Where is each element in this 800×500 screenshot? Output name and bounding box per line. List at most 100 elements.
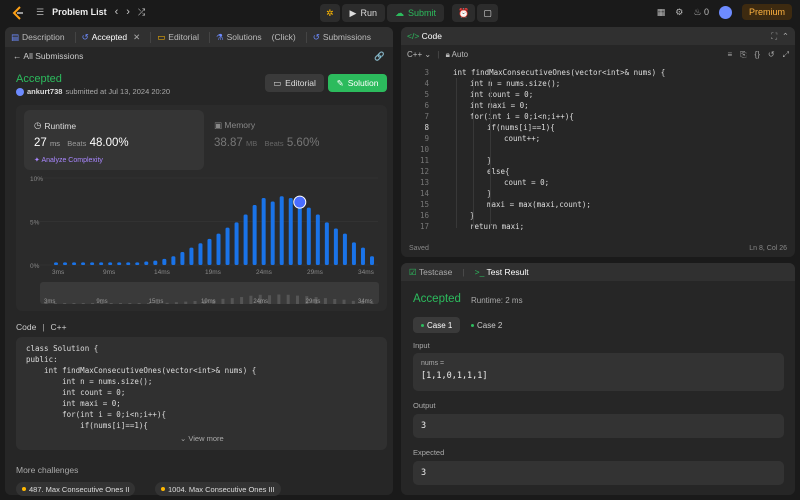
all-submissions-label: All Submissions xyxy=(23,51,84,61)
chart-bar xyxy=(324,222,329,265)
user-avatar[interactable] xyxy=(718,5,732,19)
output-value: 3 xyxy=(413,414,784,438)
overview-tick-label: 19ms xyxy=(201,299,216,305)
submit-label: Submit xyxy=(407,8,436,18)
code-line: int count = 0; xyxy=(470,90,534,99)
code-editor[interactable]: 3 int findMaxConsecutiveOnes(vector<int>&… xyxy=(401,65,795,235)
reset-icon[interactable]: ↺ xyxy=(768,50,775,60)
solution-button-label: Solution xyxy=(347,78,379,88)
chart-bar xyxy=(297,204,302,265)
challenge-chip[interactable]: 1004. Max Consecutive Ones III xyxy=(155,482,281,496)
submission-meta: ankurt738 submitted at Jul 13, 2024 20:2… xyxy=(16,87,170,96)
problem-list-icon[interactable]: ☰ xyxy=(36,7,44,18)
submit-button[interactable]: ☁ Submit xyxy=(386,4,444,22)
user-position-marker xyxy=(293,195,307,209)
tab-description-label: Description xyxy=(22,32,65,42)
link-icon[interactable]: 🔗 xyxy=(374,51,385,62)
overview-bar xyxy=(221,298,225,304)
case-1-tab[interactable]: Case 1 xyxy=(413,317,461,333)
tab-submissions[interactable]: ↺ Submissions xyxy=(305,31,371,43)
overview-bar xyxy=(165,302,169,304)
view-more-label: View more xyxy=(188,434,224,443)
collapse-icon[interactable]: ⌃ xyxy=(782,31,789,41)
close-tab-icon[interactable]: ✕ xyxy=(133,32,140,43)
chart-bar xyxy=(279,196,284,265)
tab-accepted[interactable]: ↺ Accepted ✕ xyxy=(74,31,140,43)
solution-button[interactable]: ✎ Solution xyxy=(328,74,387,92)
tab-solutions[interactable]: ⚗ Solutions xyxy=(209,31,262,43)
streak-counter[interactable]: ♨ 0 xyxy=(693,7,709,18)
premium-button[interactable]: Premium xyxy=(741,4,792,20)
code-lang: C++ xyxy=(50,322,67,332)
tab-test-result[interactable]: >_ Test Result xyxy=(475,267,529,277)
x-tick-label: 29ms xyxy=(307,269,324,276)
chart-bar xyxy=(180,251,185,265)
flask-icon: ⚗ xyxy=(216,31,224,42)
format-icon[interactable]: ≡ xyxy=(727,50,732,60)
submitter-avatar[interactable] xyxy=(16,87,24,96)
chart-bar xyxy=(198,243,203,265)
overview-bar xyxy=(137,303,141,304)
overview-bar xyxy=(193,301,197,304)
y-tick-label: 0% xyxy=(30,263,40,270)
save-status: Saved xyxy=(409,245,429,252)
view-more-button[interactable]: ⌄ View more xyxy=(180,434,224,443)
auto-mode-label: Auto xyxy=(451,50,469,59)
prev-problem-icon[interactable]: ‹ xyxy=(115,6,119,18)
editorial-button[interactable]: ▭ Editorial xyxy=(265,74,324,92)
shuffle-icon[interactable]: ⤮ xyxy=(138,7,145,18)
leetcode-logo-icon[interactable] xyxy=(10,5,26,21)
code-preview-header: Code | C++ xyxy=(16,322,67,332)
fullscreen-icon[interactable]: ⤢ xyxy=(783,50,789,60)
settings-gear-icon[interactable]: ⚙ xyxy=(675,7,683,18)
chart-bar xyxy=(351,242,356,265)
overview-bar xyxy=(230,298,234,304)
chart-bar xyxy=(252,204,257,265)
chart-bar xyxy=(54,262,58,265)
layout-icon[interactable]: ▦ xyxy=(657,7,666,18)
overview-bar xyxy=(63,303,67,304)
runtime-distribution-chart[interactable]: 10% 5% 0% 3ms 9ms 14ms 19ms 24ms 29ms 34ms 3ms 9ms 1… xyxy=(16,105,387,311)
result-runtime: Runtime: 2 ms xyxy=(471,296,523,305)
line-number: 3 xyxy=(424,68,429,77)
challenge-chip[interactable]: 487. Max Consecutive Ones II xyxy=(16,482,136,496)
code-line: for(int i = 0;i<n;i++){ xyxy=(26,410,166,419)
x-tick-label: 9ms xyxy=(103,269,116,276)
submitter-name[interactable]: ankurt738 xyxy=(27,87,62,96)
problem-list-link[interactable]: Problem List xyxy=(52,7,107,17)
overview-bar xyxy=(91,303,95,304)
run-button[interactable]: ▶ Run xyxy=(341,4,385,22)
timer-button[interactable]: ⏰ xyxy=(452,4,476,22)
tab-description[interactable]: ▤ Description xyxy=(11,32,65,43)
tab-editorial[interactable]: ▭ Editorial xyxy=(150,31,199,43)
braces-icon[interactable]: {} xyxy=(755,50,760,60)
notes-button[interactable]: ▢ xyxy=(477,4,498,22)
line-number: 4 xyxy=(424,79,429,88)
pass-dot xyxy=(421,323,424,327)
chart-bar xyxy=(108,262,113,265)
challenge-title: 487. Max Consecutive Ones II xyxy=(29,484,130,494)
tab-accepted-label: Accepted xyxy=(91,32,128,42)
edit-icon: ✎ xyxy=(336,77,344,88)
all-submissions-link[interactable]: ← All Submissions xyxy=(13,51,83,61)
play-icon: ▶ xyxy=(349,7,357,18)
auto-mode-toggle[interactable]: 🔒︎ Auto xyxy=(446,50,469,59)
x-tick-label: 19ms xyxy=(205,269,222,276)
terminal-icon: >_ xyxy=(474,267,485,277)
language-select[interactable]: C++ ⌄ xyxy=(407,50,431,59)
editor-header: </> Code ⛶ ⌃ xyxy=(401,27,795,45)
bookmark-icon[interactable]: ⎘ xyxy=(740,50,746,60)
chart-bar xyxy=(342,233,347,265)
tab-click[interactable]: (Click) xyxy=(272,32,296,42)
debug-button[interactable]: ✲ xyxy=(320,4,340,22)
next-problem-icon[interactable]: › xyxy=(126,6,130,18)
case-2-tab[interactable]: Case 2 xyxy=(463,317,510,333)
code-line: if(nums[i]==1){ xyxy=(26,421,148,430)
chevron-down-icon: ⌄ xyxy=(424,50,432,59)
input-box: nums = [1,1,0,1,1,1] xyxy=(413,353,784,391)
case-2-label: Case 2 xyxy=(477,320,503,330)
overview-tick-label: 9ms xyxy=(96,299,107,305)
maximize-icon[interactable]: ⛶ xyxy=(771,31,777,41)
performance-stats: ◷ Runtime 27 ms Beats 48.00% ✦ Analyze Co… xyxy=(16,105,387,311)
tab-testcase[interactable]: ☑ Testcase xyxy=(409,267,452,278)
